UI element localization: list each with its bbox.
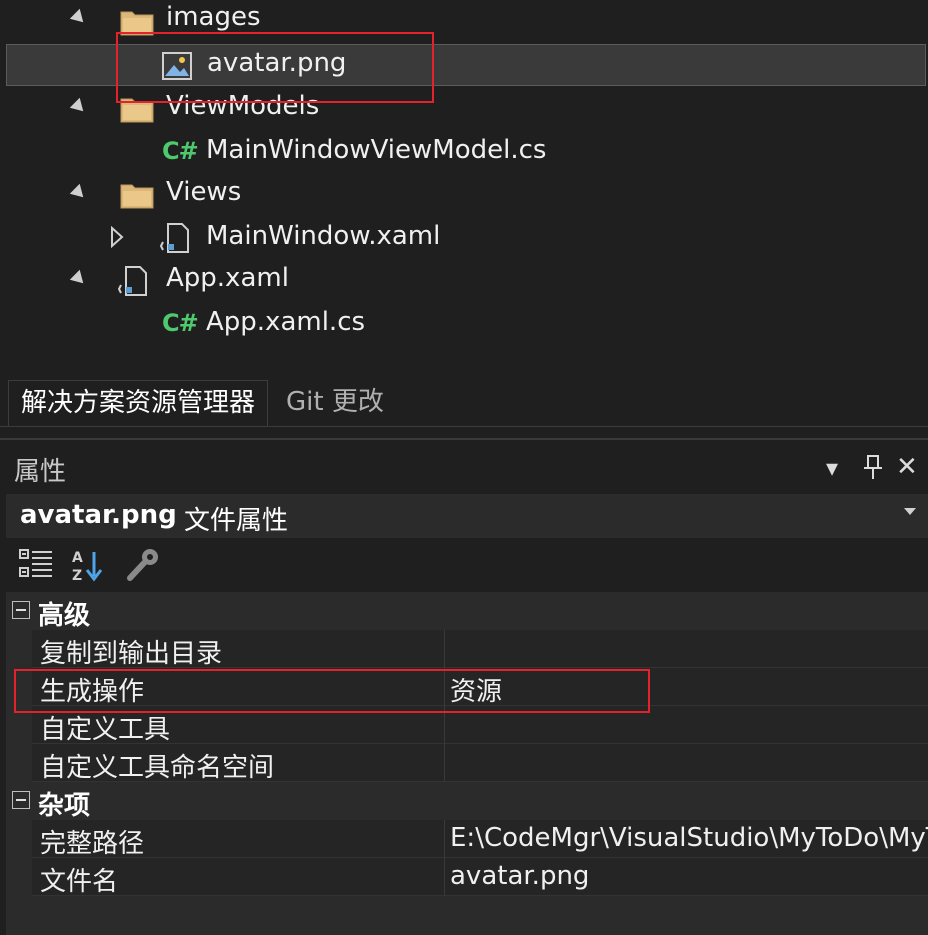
tree-item-label: MainWindow.xaml [206,221,441,251]
category-advanced[interactable]: 高级 [6,592,928,631]
properties-toolbar: A Z [6,538,928,592]
object-name: avatar.png [20,500,177,530]
tree-item-mainwindowviewmodel-cs[interactable]: C# MainWindowViewModel.cs [0,130,928,173]
property-row-custom-tool[interactable]: 自定义工具 [32,706,928,745]
category-label: 高级 [38,601,91,631]
property-grid: 高级 复制到输出目录 生成操作 资源 自定义工具 自定义工具命名空间 杂项 完整… [6,592,928,935]
property-value[interactable]: 资源 [450,671,928,708]
tree-item-app-xaml-cs[interactable]: C# App.xaml.cs [0,302,928,345]
xaml-file-icon [118,266,147,296]
collapse-arrow-icon[interactable] [69,269,89,289]
collapse-arrow-icon[interactable] [69,183,89,203]
tree-item-app-xaml[interactable]: App.xaml [0,259,928,302]
explorer-tab-strip: 解决方案资源管理器 Git 更改 [0,380,928,427]
property-value[interactable]: E:\CodeMgr\VisualStudio\MyToDo\MyToDo\As… [450,823,928,853]
csharp-file-icon: C# [162,309,199,337]
property-name: 文件名 [40,867,119,897]
tree-item-views[interactable]: Views [0,173,928,216]
pin-icon[interactable] [862,454,884,480]
collapse-toggle-icon[interactable] [12,601,30,619]
category-label: 杂项 [38,791,91,821]
properties-header: 属性 ▾ ✕ [0,440,928,494]
categorized-view-icon[interactable] [18,546,56,584]
svg-text:A: A [72,550,83,566]
tree-item-viewmodels[interactable]: ViewModels [0,87,928,130]
property-value[interactable]: avatar.png [450,861,928,891]
folder-icon [120,98,154,123]
expand-arrow-icon[interactable] [110,226,124,248]
tree-item-mainwindow-xaml[interactable]: MainWindow.xaml [0,216,928,259]
tab-git-changes[interactable]: Git 更改 [274,380,396,426]
tree-item-label: MainWindowViewModel.cs [206,135,547,165]
grid-gutter [6,592,32,935]
column-divider [444,668,445,706]
tab-solution-explorer[interactable]: 解决方案资源管理器 [8,380,269,426]
column-divider [444,706,445,744]
close-icon[interactable]: ✕ [896,452,918,482]
column-divider [444,744,445,782]
panel-title: 属性 [14,457,67,487]
sort-alphabetical-icon[interactable]: A Z [68,546,106,584]
tree-item-label: avatar.png [207,48,347,78]
solution-explorer: images avatar.png ViewModels C# MainWind… [0,0,928,426]
folder-icon [120,184,154,209]
object-selector[interactable]: avatar.png 文件属性 [6,494,928,538]
object-kind: 文件属性 [184,506,289,536]
tree-item-label: ViewModels [166,91,320,121]
chevron-down-icon[interactable] [904,508,916,515]
properties-panel: 属性 ▾ ✕ avatar.png 文件属性 A Z 高级 复制到输出目录 生成… [0,438,928,935]
property-name: 复制到输出目录 [40,639,223,669]
property-name: 自定义工具 [40,715,171,745]
tree-item-label: App.xaml.cs [206,307,366,337]
column-divider [444,858,445,896]
property-row-full-path[interactable]: 完整路径 E:\CodeMgr\VisualStudio\MyToDo\MyTo… [32,820,928,859]
collapse-arrow-icon[interactable] [69,97,89,117]
column-divider [444,820,445,858]
property-pages-wrench-icon[interactable] [124,546,162,584]
property-row-custom-tool-namespace[interactable]: 自定义工具命名空间 [32,744,928,783]
category-misc[interactable]: 杂项 [6,782,928,821]
property-name: 生成操作 [40,677,145,707]
collapse-toggle-icon[interactable] [12,791,30,809]
tree-item-label: Views [166,177,242,207]
property-row-file-name[interactable]: 文件名 avatar.png [32,858,928,897]
xaml-file-icon [160,223,189,253]
window-options-dropdown-icon[interactable]: ▾ [826,454,838,482]
column-divider [444,630,445,668]
tree-item-label: images [166,2,261,32]
property-name: 完整路径 [40,829,145,859]
svg-text:Z: Z [72,568,82,584]
property-row-copy-to-output[interactable]: 复制到输出目录 [32,630,928,669]
csharp-file-icon: C# [162,137,199,165]
folder-icon [120,11,154,36]
image-file-icon [162,52,192,80]
property-name: 自定义工具命名空间 [40,753,275,783]
tree-item-label: App.xaml [166,263,289,293]
tree-item-avatar-png[interactable]: avatar.png [6,44,926,86]
collapse-arrow-icon[interactable] [69,8,89,28]
tree-item-images[interactable]: images [0,0,928,43]
property-row-build-action[interactable]: 生成操作 资源 [32,668,928,708]
